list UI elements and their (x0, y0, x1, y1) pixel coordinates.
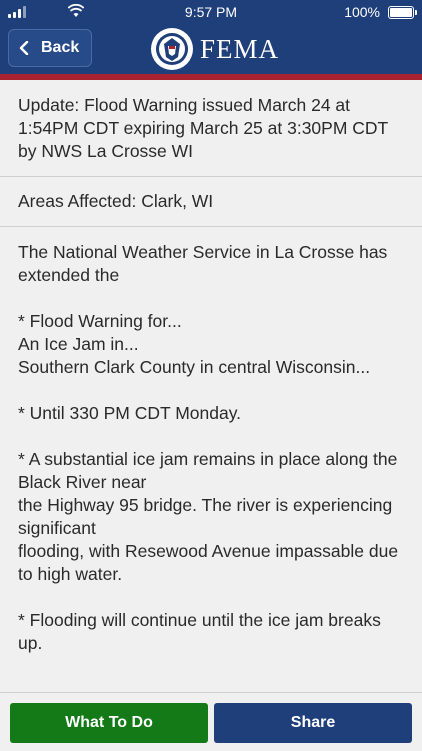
alert-update-section: Update: Flood Warning issued March 24 at… (0, 80, 422, 177)
alert-detail[interactable]: Update: Flood Warning issued March 24 at… (0, 80, 422, 692)
back-label: Back (41, 39, 80, 56)
alert-body-text: The National Weather Service in La Cross… (18, 242, 399, 653)
alert-body-section: The National Weather Service in La Cross… (0, 227, 422, 692)
battery-percent: 100% (344, 4, 380, 20)
alert-update-text: Update: Flood Warning issued March 24 at… (18, 95, 388, 161)
share-button[interactable]: Share (214, 703, 412, 743)
areas-affected-section: Areas Affected: Clark, WI (0, 177, 422, 227)
what-to-do-button[interactable]: What To Do (10, 703, 208, 743)
areas-affected-text: Areas Affected: Clark, WI (18, 191, 214, 211)
status-bar: 9:57 PM 100% (0, 0, 422, 24)
chevron-left-icon (19, 41, 29, 55)
dhs-seal-icon (151, 28, 193, 70)
action-bar: What To Do Share (0, 692, 422, 751)
fema-logo: FEMA (150, 26, 279, 72)
back-button[interactable]: Back (8, 29, 92, 67)
brand-text: FEMA (200, 33, 280, 64)
battery-icon (388, 6, 417, 19)
nav-bar: Back FEMA (0, 24, 422, 74)
